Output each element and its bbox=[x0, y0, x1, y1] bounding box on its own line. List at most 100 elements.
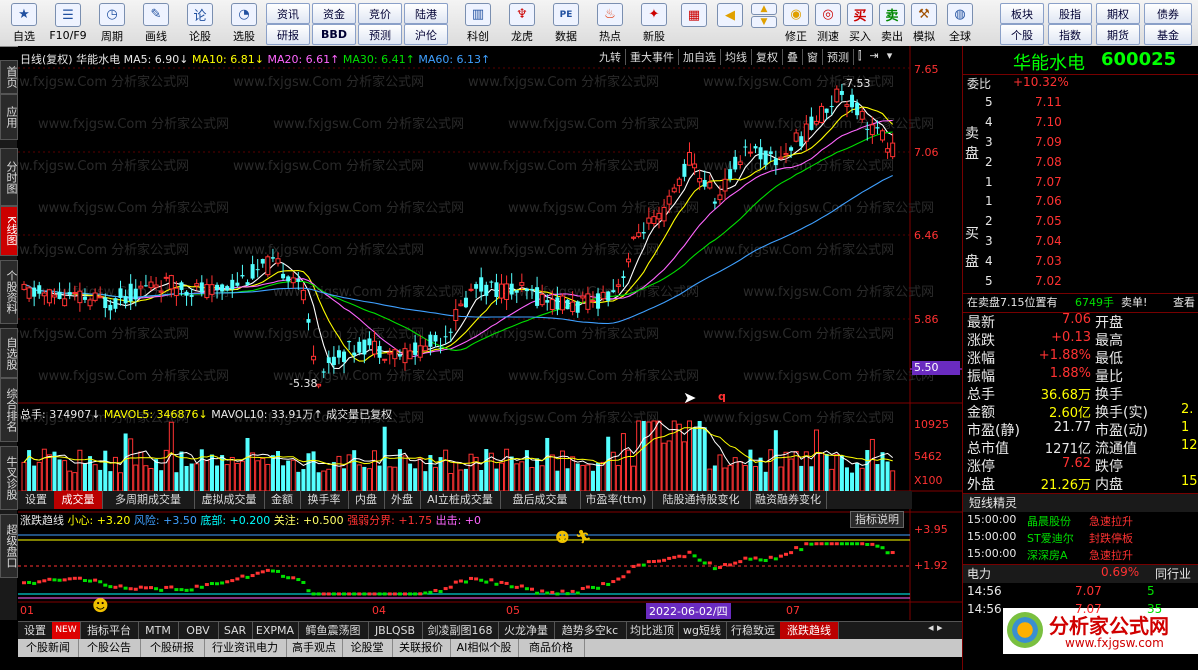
hk-connect-button[interactable]: 陆港 bbox=[404, 3, 448, 24]
add-watchlist-button[interactable]: 加自选 bbox=[679, 49, 721, 65]
volume-tab[interactable]: 虚拟成交量 bbox=[194, 491, 265, 509]
ma-settings-button[interactable]: 均线 bbox=[721, 49, 752, 65]
buy-level-row[interactable]: 5 7.02 bbox=[963, 274, 1198, 292]
volume-tab[interactable]: 多周期成交量 bbox=[102, 491, 195, 509]
funds-button[interactable]: 资金 bbox=[312, 3, 356, 24]
large-order-notice[interactable]: 在卖盘7.15位置有 6749手 卖单! 查看 bbox=[963, 293, 1198, 313]
volume-tab[interactable]: 市盈率(ttm) bbox=[580, 491, 653, 509]
volume-tab[interactable]: 金额 bbox=[264, 491, 301, 509]
indicator-tab[interactable]: 涨跌趋线 bbox=[780, 622, 839, 639]
research-button[interactable]: 研报 bbox=[266, 24, 310, 45]
indicator-tab[interactable]: 火龙净量 bbox=[498, 622, 555, 639]
draw-line-button[interactable]: ✎ 画线 bbox=[134, 2, 178, 44]
options-button[interactable]: 期权 bbox=[1096, 3, 1140, 24]
expand-icon[interactable]: ⇥ bbox=[866, 49, 883, 65]
short-wizard-item[interactable]: 15:00:00 ST爱迪尔 封跌停板 bbox=[963, 530, 1198, 546]
volume-tab[interactable]: 内盘 bbox=[348, 491, 385, 509]
hotspot-button[interactable]: ♨ 热点 bbox=[588, 2, 632, 44]
volume-tab[interactable]: AI立桩成交量 bbox=[420, 491, 501, 509]
sell-level-row[interactable]: 2 7.08 bbox=[963, 155, 1198, 173]
major-events-button[interactable]: 重大事件 bbox=[626, 49, 679, 65]
sell-button[interactable]: 卖卖出 bbox=[876, 2, 908, 44]
indicator-tab[interactable]: MTM bbox=[138, 622, 179, 639]
info-tab[interactable]: 个股研报 bbox=[140, 639, 205, 657]
tab-kline[interactable]: K线图 bbox=[0, 206, 18, 256]
tab-diagnosis[interactable]: 牛叉诊股 bbox=[0, 446, 18, 510]
simulate-button[interactable]: ⚒ 模拟 bbox=[908, 2, 940, 44]
star-market-button[interactable]: ▥ 科创 bbox=[456, 2, 500, 44]
indicator-tab[interactable]: 指标平台 bbox=[80, 622, 139, 639]
tab-stock-info[interactable]: 个股资料 bbox=[0, 260, 18, 324]
indicator-tab[interactable]: 行稳致远 bbox=[726, 622, 781, 639]
stock-picker-button[interactable]: ◔ 选股 bbox=[222, 2, 266, 44]
tab-watchlist[interactable]: 自选股 bbox=[0, 328, 18, 378]
funds-market-button[interactable]: 基金 bbox=[1144, 24, 1192, 45]
sell-level-row[interactable]: 1 7.07 bbox=[963, 175, 1198, 193]
dragon-tiger-button[interactable]: ♆ 龙虎 bbox=[500, 2, 544, 44]
forecast-chart-button[interactable]: 预测 bbox=[823, 49, 854, 65]
layout-button[interactable]: ▦ bbox=[676, 2, 712, 44]
volume-tab[interactable]: 陆股通持股变化 bbox=[652, 491, 751, 509]
sector-button[interactable]: 板块 bbox=[1000, 3, 1044, 24]
correct-button[interactable]: ◉ 修正 bbox=[780, 2, 812, 44]
auction-button[interactable]: 竞价 bbox=[358, 3, 402, 24]
sell-level-row[interactable]: 3 7.09 bbox=[963, 135, 1198, 153]
volume-tab[interactable]: 成交量 bbox=[54, 491, 103, 509]
info-tab[interactable]: 个股公告 bbox=[78, 639, 141, 657]
tab-ranking[interactable]: 综合排名 bbox=[0, 378, 18, 442]
indicator-tab[interactable]: 均比逃顶 bbox=[626, 622, 679, 639]
shanghai-london-button[interactable]: 沪伦 bbox=[404, 24, 448, 45]
indices-button[interactable]: 指数 bbox=[1048, 24, 1092, 45]
period-button[interactable]: ◷ 周期 bbox=[90, 2, 134, 44]
short-wizard-header[interactable]: 短线精灵 bbox=[963, 493, 1198, 512]
indicator-tab[interactable]: 趋势多空kc bbox=[554, 622, 627, 639]
tab-super-orderbook[interactable]: 超级盘口 bbox=[0, 514, 18, 578]
volume-tab[interactable]: 设置 bbox=[18, 491, 55, 509]
kline-chart-area[interactable]: www.fxjgsw.Com 分析家公式网 www.fxjgsw.Com 分析家公… bbox=[18, 46, 962, 620]
new-stock-button[interactable]: ✦ 新股 bbox=[632, 2, 676, 44]
back-button[interactable]: ◀ bbox=[712, 2, 748, 44]
tab-apps[interactable]: 应用 bbox=[0, 94, 18, 140]
speed-test-button[interactable]: ◎ 测速 bbox=[812, 2, 844, 44]
indicator-tab[interactable]: SAR bbox=[218, 622, 253, 639]
bonds-button[interactable]: 债券 bbox=[1144, 3, 1192, 24]
info-tab[interactable]: 论股堂 bbox=[342, 639, 393, 657]
indicator-tab[interactable]: EXPMA bbox=[252, 622, 299, 639]
buy-level-row[interactable]: 2 7.05 bbox=[963, 214, 1198, 232]
short-wizard-item[interactable]: 15:00:00 晶晨股份 急速拉升 bbox=[963, 513, 1198, 529]
info-tab[interactable]: 个股新闻 bbox=[18, 639, 79, 657]
watchlist-button[interactable]: ★ 自选 bbox=[2, 2, 46, 44]
buy-level-row[interactable]: 3 7.04 bbox=[963, 234, 1198, 252]
indicator-tab[interactable]: 设置 bbox=[18, 622, 53, 639]
window-button[interactable]: 窗 bbox=[803, 49, 823, 65]
indicator-help-button[interactable]: 指标说明 bbox=[850, 511, 904, 528]
info-tab[interactable]: 商品价格 bbox=[518, 639, 585, 657]
f10-button[interactable]: ☰ F10/F9 bbox=[46, 2, 90, 44]
sell-level-row[interactable]: 4 7.10 bbox=[963, 115, 1198, 133]
buy-level-row[interactable]: 1 7.06 bbox=[963, 194, 1198, 212]
tab-intraday[interactable]: 分时图 bbox=[0, 148, 18, 206]
indicator-tab[interactable]: OBV bbox=[178, 622, 219, 639]
nine-turn-button[interactable]: 九转 bbox=[595, 49, 626, 65]
info-tab[interactable]: 关联报价 bbox=[392, 639, 451, 657]
indicator-tab[interactable]: 鳄鱼震荡图 bbox=[298, 622, 369, 639]
overlay-button[interactable]: 叠 bbox=[783, 49, 803, 65]
indicator-tab[interactable]: NEW bbox=[52, 622, 81, 639]
volume-tab[interactable]: 盘后成交量 bbox=[500, 491, 581, 509]
sell-level-row[interactable]: 5 7.11 bbox=[963, 95, 1198, 113]
indicator-tab[interactable]: 剑凌副图168 bbox=[422, 622, 499, 639]
indicator-tab[interactable]: JBLQSB bbox=[368, 622, 423, 639]
discuss-button[interactable]: 论论股 bbox=[178, 2, 222, 44]
stocks-button[interactable]: 个股 bbox=[1000, 24, 1044, 45]
info-tab[interactable]: AI相似个股 bbox=[450, 639, 519, 657]
short-wizard-item[interactable]: 15:00:00 深深房A 急速拉升 bbox=[963, 547, 1198, 563]
forecast-button[interactable]: 预测 bbox=[358, 24, 402, 45]
adjust-button[interactable]: 复权 bbox=[752, 49, 783, 65]
volume-tab[interactable]: 融资融券变化 bbox=[750, 491, 827, 509]
indicator-tab[interactable]: wg短线 bbox=[678, 622, 727, 639]
news-button[interactable]: 资讯 bbox=[266, 3, 310, 24]
info-tab[interactable]: 高手观点 bbox=[286, 639, 343, 657]
buy-button[interactable]: 买买入 bbox=[844, 2, 876, 44]
prev-button[interactable]: ▲ ▼ bbox=[748, 2, 780, 44]
pin-icon[interactable]: ⫿ bbox=[854, 49, 866, 65]
